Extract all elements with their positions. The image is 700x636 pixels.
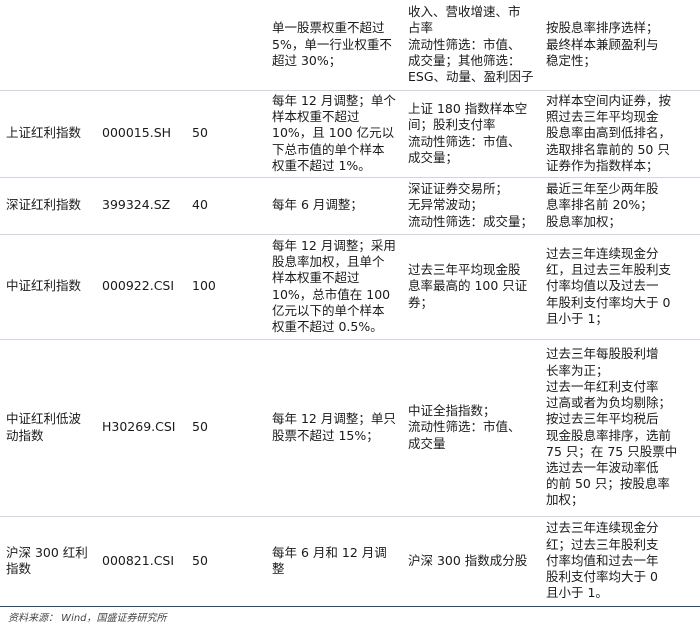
selection-method: 过去三年每股股利增 长率为正； 过去一年红利支付率 过高或者为负均剔除； 按过去… bbox=[540, 338, 700, 516]
selection-method: 过去三年连续现金分 红，且过去三年股利支 付率均值以及过去一 年股利支付率均大于… bbox=[540, 233, 700, 339]
index-code: 000821.CSI bbox=[96, 515, 186, 607]
table-row: 中证红利低波 动指数 H30269.CSI 50 每年 12 月调整；单只 股票… bbox=[0, 338, 700, 516]
sample-count: 50 bbox=[186, 515, 266, 607]
index-code bbox=[96, 0, 186, 90]
index-comparison-page: 单一股票权重不超过 5%，单一行业权重不 超过 30%； 收入、营收增速、市 占… bbox=[0, 0, 700, 636]
sample-count bbox=[186, 0, 266, 90]
selection-method: 过去三年连续现金分 红；过去三年股利支 付率均值和过去一年 股利支付率均大于 0… bbox=[540, 515, 700, 607]
index-code: H30269.CSI bbox=[96, 338, 186, 516]
table-row: 中证红利指数 000922.CSI 100 每年 12 月调整；采用 股息率加权… bbox=[0, 233, 700, 339]
table-row: 上证红利指数 000015.SH 50 每年 12 月调整；单个 样本权重不超过… bbox=[0, 89, 700, 177]
table-row: 单一股票权重不超过 5%，单一行业权重不 超过 30%； 收入、营收增速、市 占… bbox=[0, 0, 700, 90]
sample-count: 50 bbox=[186, 89, 266, 177]
sample-space: 上证 180 指数样本空 间；股利支付率 流动性筛选：市值、 成交量； bbox=[402, 89, 540, 177]
index-name: 上证红利指数 bbox=[0, 89, 96, 177]
table-row: 深证红利指数 399324.SZ 40 每年 6 月调整； 深证证券交易所； 无… bbox=[0, 176, 700, 234]
sample-space: 深证证券交易所； 无异常波动； 流动性筛选：成交量； bbox=[402, 176, 540, 234]
sample-space: 收入、营收增速、市 占率 流动性筛选：市值、 成交量；其他筛选： ESG、动量、… bbox=[408, 4, 534, 85]
selection-method: 按股息率排序选样； 最终样本兼顾盈利与 稳定性； bbox=[546, 20, 659, 68]
index-code: 000015.SH bbox=[96, 89, 186, 177]
index-name: 深证红利指数 bbox=[0, 176, 96, 234]
sample-space: 沪深 300 指数成分股 bbox=[402, 515, 540, 607]
source-note: 资料来源： Wind，国盛证券研究所 bbox=[8, 613, 167, 624]
index-code: 399324.SZ bbox=[96, 176, 186, 234]
selection-method: 对样本空间内证券，按 照过去三年平均现金 股息率由高到低排名， 选取排名靠前的 … bbox=[540, 89, 700, 177]
index-code: 000922.CSI bbox=[96, 233, 186, 339]
sample-space: 中证全指指数； 流动性筛选：市值、 成交量 bbox=[402, 338, 540, 516]
weight-rule: 每年 12 月调整；单只 股票不超过 15%； bbox=[266, 338, 402, 516]
index-name: 中证红利低波 动指数 bbox=[0, 338, 96, 516]
table-row: 沪深 300 红利 指数 000821.CSI 50 每年 6 月和 12 月调… bbox=[0, 515, 700, 607]
weight-rule: 每年 12 月调整；单个 样本权重不超过 10%，且 100 亿元以 下总市值的… bbox=[266, 89, 402, 177]
sample-count: 100 bbox=[186, 233, 266, 339]
sample-space: 过去三年平均现金股 息率最高的 100 只证 券； bbox=[402, 233, 540, 339]
weight-rule: 每年 6 月调整； bbox=[266, 176, 402, 234]
dividend-index-table: 单一股票权重不超过 5%，单一行业权重不 超过 30%； 收入、营收增速、市 占… bbox=[0, 0, 700, 607]
index-name bbox=[0, 0, 96, 90]
index-name: 沪深 300 红利 指数 bbox=[0, 515, 96, 607]
sample-count: 50 bbox=[186, 338, 266, 516]
weight-rule: 每年 12 月调整；采用 股息率加权，且单个 样本权重不超过 10%，总市值在 … bbox=[266, 233, 402, 339]
weight-rule: 每年 6 月和 12 月调 整 bbox=[266, 515, 402, 607]
selection-method: 最近三年至少两年股 息率排名前 20%； 股息率加权； bbox=[540, 176, 700, 234]
sample-count: 40 bbox=[186, 176, 266, 234]
index-name: 中证红利指数 bbox=[0, 233, 96, 339]
weight-rule: 单一股票权重不超过 5%，单一行业权重不 超过 30%； bbox=[272, 20, 392, 68]
